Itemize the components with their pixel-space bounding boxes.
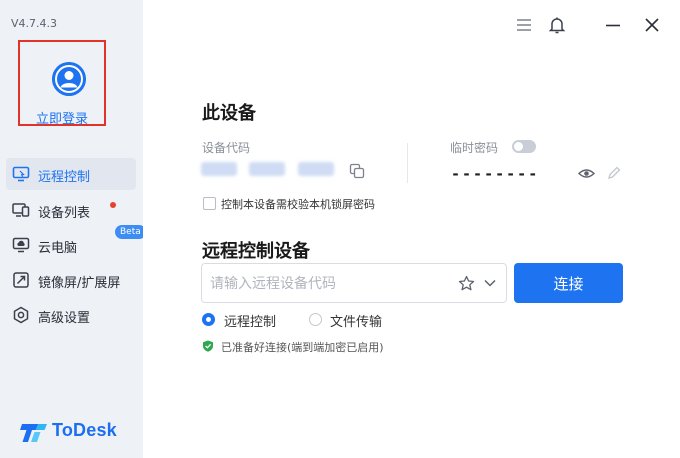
section-divider	[407, 143, 408, 183]
copy-icon[interactable]	[349, 163, 365, 179]
temp-password-label: 临时密码	[450, 141, 499, 155]
sidebar-item-device-list[interactable]: 设备列表	[6, 194, 136, 226]
sidebar-item-remote-control[interactable]: 远程控制	[6, 158, 136, 190]
cloud-pc-icon	[12, 237, 30, 253]
menu-icon[interactable]	[513, 14, 535, 36]
remote-code-input[interactable]	[208, 273, 452, 295]
notification-dot	[110, 202, 116, 208]
temp-password-value: --------	[451, 165, 540, 183]
sidebar-item-label: 云电脑	[38, 241, 78, 256]
monitor-icon	[12, 166, 30, 182]
sidebar-item-advanced-settings[interactable]: 高级设置	[6, 299, 136, 331]
login-link[interactable]: 立即登录	[20, 108, 104, 127]
chevron-down-icon[interactable]	[483, 276, 497, 290]
sidebar-item-mirror-screen[interactable]: 镜像屏/扩展屏	[6, 264, 136, 296]
todesk-window: V4.7.4.3 立即登录 远程控制 设备列表 云电脑 Beta 镜像屏/扩展屏…	[0, 0, 680, 458]
remote-control-title: 远程控制设备	[202, 241, 310, 262]
title-bar	[143, 0, 680, 50]
device-code-digits	[249, 162, 285, 176]
devices-icon	[12, 203, 30, 217]
brand-name: ToDesk	[52, 420, 117, 440]
device-code-label: 设备代码	[202, 141, 251, 155]
device-code-digits	[201, 162, 237, 176]
mode-file-transfer-radio[interactable]	[309, 313, 322, 326]
sidebar-item-label: 远程控制	[38, 170, 91, 185]
remote-code-field	[201, 263, 507, 303]
edit-icon[interactable]	[606, 165, 622, 181]
login-area[interactable]: 立即登录	[18, 40, 106, 127]
sidebar: V4.7.4.3 立即登录 远程控制 设备列表 云电脑 Beta 镜像屏/扩展屏…	[0, 0, 146, 458]
main-panel	[143, 0, 680, 458]
version-label: V4.7.4.3	[11, 17, 58, 30]
avatar[interactable]	[52, 62, 86, 96]
beta-badge: Beta	[115, 225, 146, 239]
sidebar-item-label: 设备列表	[38, 206, 91, 221]
connect-button[interactable]: 连接	[514, 263, 623, 303]
lock-password-checkbox[interactable]	[203, 197, 216, 210]
temp-password-toggle[interactable]	[512, 140, 536, 153]
user-icon	[52, 62, 86, 96]
mirror-screen-icon	[13, 272, 29, 288]
connection-status: 已准备好连接(端到端加密已启用)	[221, 341, 384, 354]
sidebar-item-label: 镜像屏/扩展屏	[38, 276, 121, 291]
sidebar-item-cloud-pc[interactable]: 云电脑 Beta	[6, 225, 146, 261]
device-code-digits	[298, 162, 334, 176]
todesk-logo-icon	[20, 424, 47, 442]
mode-file-transfer-label[interactable]: 文件传输	[330, 311, 382, 330]
minimize-icon[interactable]	[602, 14, 624, 36]
eye-icon[interactable]	[578, 165, 595, 182]
close-icon[interactable]	[641, 14, 663, 36]
sidebar-item-label: 高级设置	[38, 311, 91, 326]
shield-check-icon	[203, 340, 213, 352]
lock-password-label: 控制本设备需校验本机锁屏密码	[221, 198, 375, 211]
mode-remote-control-radio[interactable]	[202, 313, 215, 326]
settings-icon	[13, 306, 29, 324]
star-icon[interactable]	[458, 275, 475, 292]
bell-icon[interactable]	[546, 14, 568, 36]
mode-remote-control-label[interactable]: 远程控制	[224, 311, 276, 330]
this-device-title: 此设备	[202, 103, 256, 124]
